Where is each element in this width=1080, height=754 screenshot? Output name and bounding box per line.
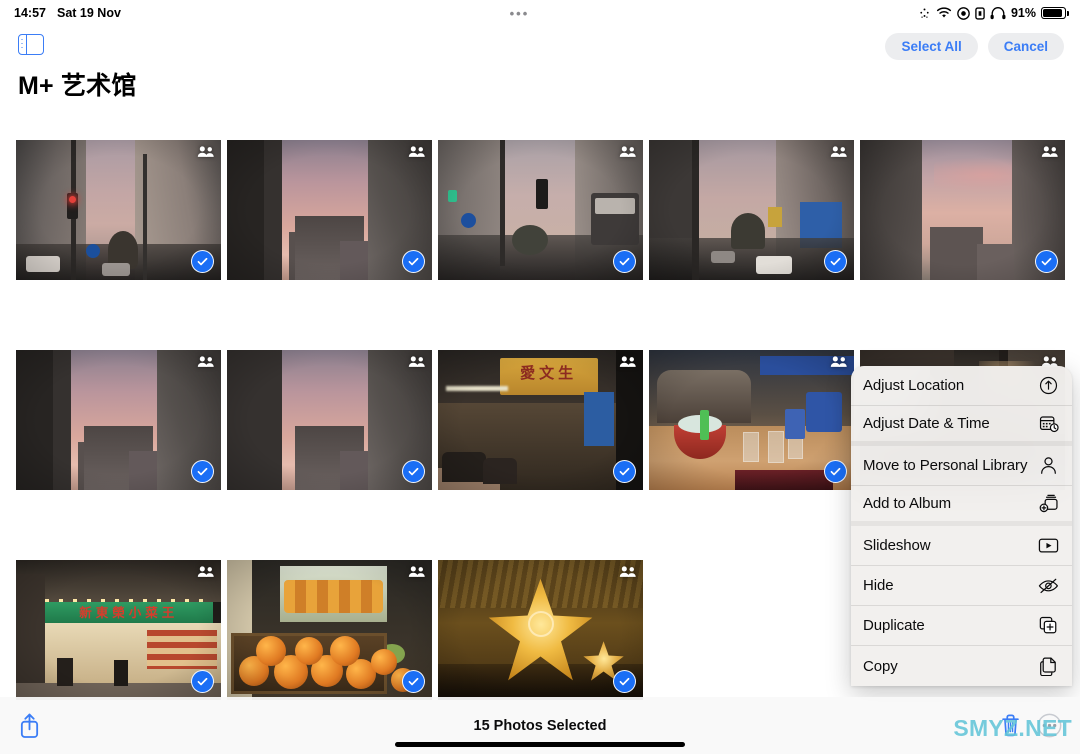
menu-item-slideshow[interactable]: Slideshow: [851, 526, 1072, 566]
shared-library-people-icon: [408, 356, 425, 367]
photo-thumbnail[interactable]: 新東榮小菜王: [16, 560, 221, 700]
menu-item-label: Slideshow: [863, 537, 931, 554]
photo-selected-checkmark[interactable]: [191, 250, 214, 273]
photo-selected-checkmark[interactable]: [191, 460, 214, 483]
share-up-arrow-icon[interactable]: [18, 712, 41, 739]
photo-thumbnail[interactable]: [227, 560, 432, 700]
shared-library-people-icon: [830, 146, 847, 157]
menu-item-label: Adjust Date & Time: [863, 415, 990, 432]
location-arrow-circle-icon: [1038, 375, 1059, 396]
photo-selected-checkmark[interactable]: [402, 670, 425, 693]
status-date: Sat 19 Nov: [56, 6, 121, 20]
photo-selected-checkmark[interactable]: [824, 460, 847, 483]
shared-library-people-icon: [197, 356, 214, 367]
photo-sign-text: 愛文生: [520, 363, 578, 382]
shared-library-people-icon: [408, 146, 425, 157]
shared-library-people-icon: [619, 146, 636, 157]
photo-selected-checkmark[interactable]: [402, 460, 425, 483]
add-to-album-icon: [1038, 493, 1059, 514]
lock-portrait-icon: [975, 6, 985, 20]
photo-selected-checkmark[interactable]: [613, 250, 636, 273]
photo-selected-checkmark[interactable]: [613, 460, 636, 483]
selection-status-label: 15 Photos Selected: [473, 717, 607, 734]
photo-thumbnail[interactable]: 愛文生: [438, 350, 643, 490]
photo-thumbnail[interactable]: [438, 560, 643, 700]
page-title: M+ 艺术馆: [18, 72, 137, 100]
menu-item-label: Hide: [863, 577, 894, 594]
photo-thumbnail[interactable]: [227, 140, 432, 280]
shared-library-people-icon: [619, 566, 636, 577]
photo-thumbnail[interactable]: [438, 140, 643, 280]
play-rectangle-icon: [1038, 535, 1059, 556]
photos-app-window: 14:57 Sat 19 Nov ••• 91% M+ 艺术馆 Select A…: [0, 0, 1080, 754]
menu-item-adjust-location[interactable]: Adjust Location: [851, 366, 1072, 406]
bottom-toolbar: 15 Photos Selected: [0, 697, 1080, 754]
photo-selected-checkmark[interactable]: [613, 670, 636, 693]
photo-thumbnail[interactable]: [16, 350, 221, 490]
shared-library-people-icon: [619, 356, 636, 367]
status-bar-center: •••: [121, 7, 918, 20]
toolbar-left: [18, 712, 198, 739]
photo-thumbnail[interactable]: [649, 350, 854, 490]
shared-library-people-icon: [1041, 146, 1058, 157]
calendar-clock-icon: [1038, 413, 1059, 434]
photo-thumbnail[interactable]: [227, 350, 432, 490]
sidebar-toggle-icon[interactable]: [18, 34, 44, 55]
eye-slash-icon: [1038, 575, 1059, 596]
airdrop-icon: [918, 7, 931, 20]
person-icon: [1038, 455, 1059, 476]
menu-item-add-to-album[interactable]: Add to Album: [851, 486, 1072, 526]
battery-percent-label: 91%: [1010, 6, 1036, 20]
trash-icon[interactable]: [1000, 713, 1021, 738]
dynamic-island-handle-icon: •••: [509, 5, 530, 21]
select-all-button[interactable]: Select All: [885, 33, 978, 60]
duplicate-plus-icon: [1038, 615, 1059, 636]
menu-item-copy[interactable]: Copy: [851, 646, 1072, 686]
menu-item-label: Duplicate: [863, 617, 925, 634]
menu-item-duplicate[interactable]: Duplicate: [851, 606, 1072, 646]
menu-item-hide[interactable]: Hide: [851, 566, 1072, 606]
photo-selected-checkmark[interactable]: [402, 250, 425, 273]
shared-library-people-icon: [197, 566, 214, 577]
home-indicator: [395, 742, 685, 747]
shared-library-people-icon: [408, 566, 425, 577]
shared-library-people-icon: [197, 146, 214, 157]
headphones-icon: [990, 6, 1006, 20]
menu-item-label: Move to Personal Library: [863, 457, 1028, 474]
context-menu: Adjust Location Adjust Date & Time Move …: [851, 366, 1072, 686]
photo-sign-text: 新東榮小菜王: [79, 605, 179, 620]
do-not-disturb-icon: [957, 6, 970, 20]
menu-item-move-to-personal-library[interactable]: Move to Personal Library: [851, 446, 1072, 486]
status-bar-left: 14:57 Sat 19 Nov: [14, 6, 121, 20]
navigation-bar: M+ 艺术馆 Select All Cancel: [0, 26, 1080, 132]
wifi-icon: [936, 7, 952, 19]
menu-item-adjust-date-time[interactable]: Adjust Date & Time: [851, 406, 1072, 446]
battery-icon: [1041, 7, 1069, 19]
photo-selected-checkmark[interactable]: [191, 670, 214, 693]
photo-selected-checkmark[interactable]: [1035, 250, 1058, 273]
menu-item-label: Adjust Location: [863, 377, 965, 394]
menu-item-label: Add to Album: [863, 495, 952, 512]
cancel-button[interactable]: Cancel: [987, 33, 1064, 60]
menu-item-label: Copy: [863, 657, 898, 675]
toolbar-right: [882, 713, 1062, 738]
photo-selected-checkmark[interactable]: [824, 250, 847, 273]
nav-actions: Select All Cancel: [885, 33, 1064, 60]
photo-thumbnail[interactable]: [860, 140, 1065, 280]
status-bar: 14:57 Sat 19 Nov ••• 91%: [0, 0, 1080, 26]
copy-documents-icon: [1038, 656, 1059, 677]
status-bar-right: 91%: [918, 6, 1069, 20]
photo-thumbnail[interactable]: [16, 140, 221, 280]
shared-library-people-icon: [830, 356, 847, 367]
status-time: 14:57: [14, 6, 46, 20]
more-ellipsis-circle-icon[interactable]: [1037, 713, 1062, 738]
photo-thumbnail[interactable]: [649, 140, 854, 280]
